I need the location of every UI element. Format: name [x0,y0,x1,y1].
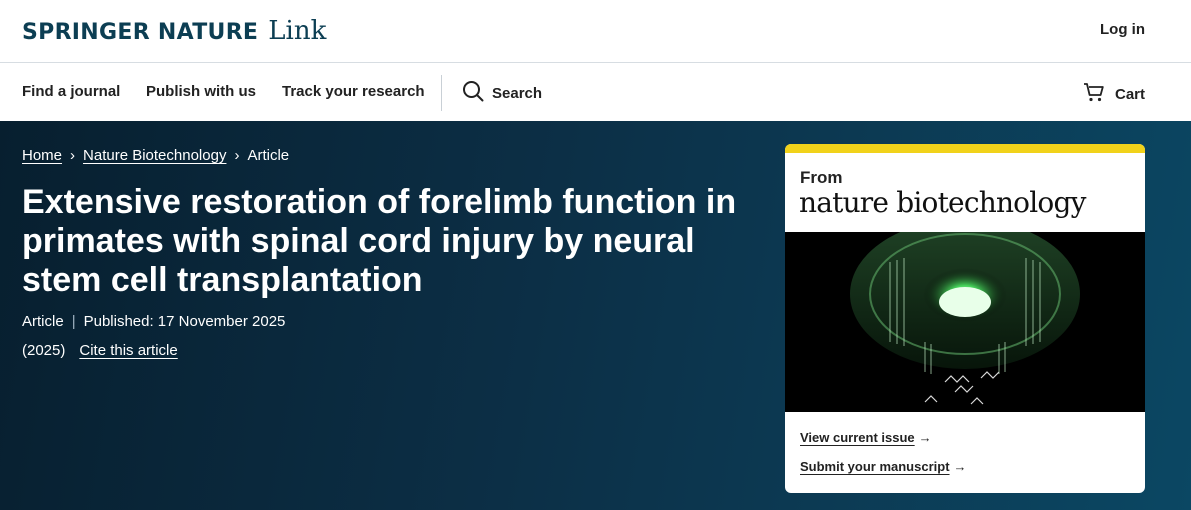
view-current-issue-link[interactable]: View current issue → [800,430,932,445]
chevron-right-icon: › [70,147,76,164]
cart-button[interactable]: Cart [1083,81,1145,107]
cart-icon [1083,81,1105,107]
nav-divider [441,75,442,111]
article-meta: Article | Published: 17 November 2025 [22,313,285,330]
breadcrumb: Home › Nature Biotechnology › Article [22,147,289,164]
breadcrumb-home[interactable]: Home [22,147,62,164]
chevron-right-icon: › [234,147,240,164]
card-accent-bar [785,144,1145,153]
nav-publish-with-us[interactable]: Publish with us [146,83,256,100]
search-label: Search [492,84,543,102]
arrow-right-icon: → [918,430,932,445]
submit-manuscript-link[interactable]: Submit your manuscript → [800,459,967,474]
top-bar: SPRINGER NATURE Link Log in [0,0,1191,63]
arrow-right-icon: → [953,459,967,474]
card-from-label: From [800,168,843,187]
brand-name: SPRINGER NATURE [22,20,259,45]
article-year: (2025) [22,342,66,359]
nav-find-a-journal[interactable]: Find a journal [22,83,120,100]
cart-label: Cart [1114,85,1145,103]
published-date: Published: 17 November 2025 [83,313,286,330]
citation-row: (2025) Cite this article [22,342,178,359]
nav-track-your-research[interactable]: Track your research [282,83,425,100]
article-title: Extensive restoration of forelimb functi… [22,183,737,299]
cite-article-link[interactable]: Cite this article [79,342,177,359]
search-button[interactable]: Search [462,80,542,106]
meta-divider: | [71,313,76,330]
journal-name-logo[interactable]: nature biotechnology [799,186,1086,219]
login-link[interactable]: Log in [1100,21,1145,38]
main-nav: Find a journal Publish with us Track you… [0,63,1191,121]
journal-card: From nature biotechnology View current i… [785,144,1145,493]
article-type: Article [22,313,64,330]
breadcrumb-journal[interactable]: Nature Biotechnology [83,147,226,164]
brand-link-word: Link [268,16,327,46]
search-icon [462,80,484,106]
journal-cover-image[interactable] [785,219,1145,412]
breadcrumb-current: Article [247,147,290,164]
springer-nature-link-logo[interactable]: SPRINGER NATURE Link [22,16,326,46]
view-current-issue-label: View current issue [800,430,915,445]
submit-manuscript-label: Submit your manuscript [800,459,950,474]
